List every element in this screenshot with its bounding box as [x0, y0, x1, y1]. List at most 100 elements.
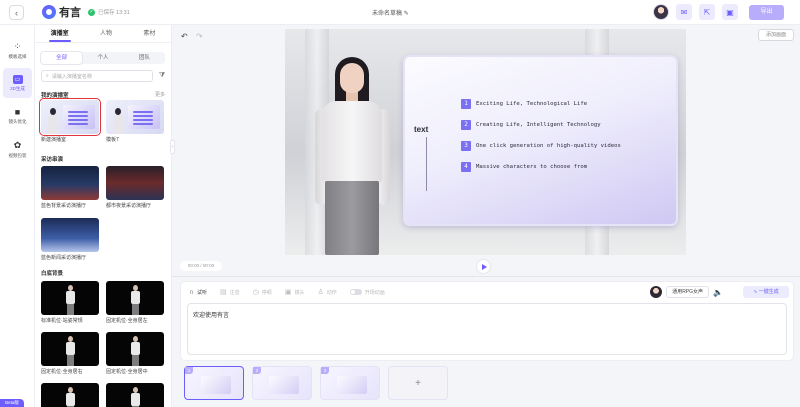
scene-thumbnail[interactable]: 2	[252, 366, 312, 400]
rail-label: 模板选择	[8, 53, 27, 59]
play-button[interactable]	[477, 260, 490, 273]
studio-card[interactable]: 固定机位·全身居左	[106, 281, 164, 324]
subtab-personal[interactable]: 个人	[82, 52, 123, 64]
studio-card[interactable]: 蓝色背景采访演播厅	[41, 166, 99, 209]
studio-card[interactable]: 固定机位·全身居右	[41, 332, 99, 375]
studio-thumbnail	[106, 166, 164, 200]
folder-icon[interactable]: ▣	[722, 4, 738, 20]
card-label: 模板7	[106, 137, 119, 143]
script-textarea[interactable]: 欢迎使用有言	[187, 303, 787, 355]
time-display: 00:00 / 00:00	[180, 261, 222, 271]
back-button[interactable]: ‹	[9, 5, 24, 20]
search-placeholder: 请输入演播室名称	[51, 73, 92, 80]
library-panel: 演播室 人物 素材 全部 个人 团队 ⌕ 请输入演播室名称 ⧩ 我的演播室 更多…	[35, 25, 172, 407]
more-link[interactable]: 更多	[155, 91, 165, 98]
brand-logo: 有言	[42, 4, 81, 20]
studio-card[interactable]: 模板7	[106, 100, 164, 143]
divider	[172, 276, 800, 277]
studio-thumbnail	[41, 218, 99, 252]
tab-material[interactable]: 素材	[137, 25, 161, 43]
voice-selector[interactable]: 通用RPG女声 🔈	[650, 286, 723, 298]
mail-icon[interactable]: ✉	[676, 4, 692, 20]
section-title-background: 白底背景	[41, 271, 64, 277]
rail-item-camera[interactable]: ■ 镜头优化	[3, 101, 32, 131]
studio-thumbnail	[39, 98, 101, 136]
script-editor: ∩ 试听 ▤ 注音 ◷ 停顿 ▣ 镜头 ♙ 动作 开场动画 通用RPG女声 🔈 ∿ 一键生…	[180, 281, 794, 361]
export-button[interactable]: 导出	[749, 5, 784, 20]
studio-card[interactable]: 新建演播室	[39, 98, 101, 143]
studio-card[interactable]	[41, 383, 99, 407]
studio-card[interactable]	[106, 383, 164, 407]
rail-item-3d[interactable]: ▭ 3D生成	[3, 68, 32, 98]
tool-action[interactable]: ♙ 动作	[317, 288, 336, 296]
voice-name[interactable]: 通用RPG女声	[666, 286, 710, 298]
studio-card[interactable]: 蓝色新闻采访演播厅	[41, 218, 99, 261]
search-input[interactable]: ⌕ 请输入演播室名称	[41, 70, 153, 82]
slide-bullet: 3 One click generation of high-quality vi…	[461, 141, 621, 151]
version-badge: Beta版	[0, 399, 24, 407]
pause-icon: ◷	[252, 289, 259, 296]
tool-intro-animation[interactable]: 开场动画	[349, 289, 385, 296]
rail-item-package[interactable]: ✿ 视频包装	[3, 134, 32, 164]
tab-studio[interactable]: 演播室	[45, 25, 75, 43]
tool-label: 停顿	[261, 289, 272, 296]
volume-icon[interactable]: 🔈	[713, 288, 723, 297]
intro-toggle[interactable]	[349, 289, 362, 295]
tool-label: 开场动画	[364, 289, 385, 296]
rail-label: 视频包装	[8, 152, 27, 158]
add-scene-tile[interactable]: +	[388, 366, 448, 400]
tab-character[interactable]: 人物	[94, 25, 118, 43]
top-bar: ‹ 有言 ✓ 已保存 13:31 未命名草稿 ✎ ✉ ⇱ ▣ 导出	[0, 0, 800, 25]
voice-avatar	[650, 286, 663, 298]
tool-camera[interactable]: ▣ 镜头	[285, 288, 305, 296]
subtab-team[interactable]: 团队	[124, 52, 165, 64]
card-label: 新建演播室	[41, 137, 67, 143]
share-icon[interactable]: ⇱	[699, 4, 715, 20]
studio-thumbnail	[106, 100, 164, 134]
bullet-number: 2	[461, 120, 471, 130]
bullet-text: Exciting Life, Technological Life	[476, 101, 588, 107]
package-icon: ✿	[13, 139, 22, 150]
document-title[interactable]: 未命名草稿 ✎	[372, 8, 409, 17]
slide-board[interactable]: text 1 Exciting Life, Technological Life …	[403, 55, 678, 226]
filter-icon[interactable]: ⧩	[157, 70, 167, 82]
slide-bullet: 1 Exciting Life, Technological Life	[461, 99, 587, 109]
preview-stage[interactable]: text 1 Exciting Life, Technological Life …	[285, 29, 686, 255]
rail-item-template[interactable]: ⁘ 模板选择	[3, 35, 32, 65]
card-label: 固定机位·全身居中	[106, 369, 148, 375]
scope-tabs: 全部 个人 团队	[41, 52, 165, 64]
virtual-presenter[interactable]	[309, 57, 397, 255]
card-label: 蓝色背景采访演播厅	[41, 203, 87, 209]
scene-thumbnail[interactable]: 3	[320, 366, 380, 400]
tool-phonetic[interactable]: ▤ 注音	[220, 288, 240, 296]
generate-button[interactable]: ∿ 一键生成	[743, 286, 789, 298]
left-rail: ⁘ 模板选择 ▭ 3D生成 ■ 镜头优化 ✿ 视频包装 Beta版	[0, 25, 35, 407]
studio-thumbnail	[106, 383, 164, 407]
bullet-text: Massive characters to choose from	[476, 164, 588, 170]
add-scene-button[interactable]: 添加画面	[758, 29, 794, 41]
scene-thumbnail[interactable]: 1	[184, 366, 244, 400]
studio-card[interactable]: 固定机位·全身居中	[106, 332, 164, 375]
undo-icon[interactable]: ↶	[181, 32, 188, 41]
tool-label: 注音	[229, 289, 240, 296]
studio-thumbnail	[41, 166, 99, 200]
tool-pause[interactable]: ◷ 停顿	[253, 288, 272, 296]
slide-bullet: 2 Creating Life, Intelligent Technology	[461, 120, 601, 130]
tool-label: 试听	[197, 289, 208, 296]
tool-listen[interactable]: ∩ 试听	[189, 289, 207, 296]
logo-icon	[42, 5, 56, 19]
bullet-text: One click generation of high-quality vid…	[476, 143, 621, 149]
subtab-all[interactable]: 全部	[41, 52, 83, 64]
studio-thumbnail	[41, 383, 99, 407]
section-title-interview: 采访串演	[41, 157, 64, 163]
script-text: 欢迎使用有言	[193, 313, 230, 319]
edit-pencil-icon[interactable]: ✎	[404, 11, 409, 17]
user-avatar[interactable]	[653, 4, 669, 20]
document-title-text: 未命名草稿	[372, 11, 403, 17]
card-label: 都市夜景采访演播厅	[106, 203, 152, 209]
studio-card[interactable]: 都市夜景采访演播厅	[106, 166, 164, 209]
redo-icon[interactable]: ↷	[196, 32, 203, 41]
studio-card[interactable]: 标准机位·站姿常规	[41, 281, 99, 324]
bullet-number: 1	[461, 99, 471, 109]
scene-number: 3	[321, 367, 329, 374]
